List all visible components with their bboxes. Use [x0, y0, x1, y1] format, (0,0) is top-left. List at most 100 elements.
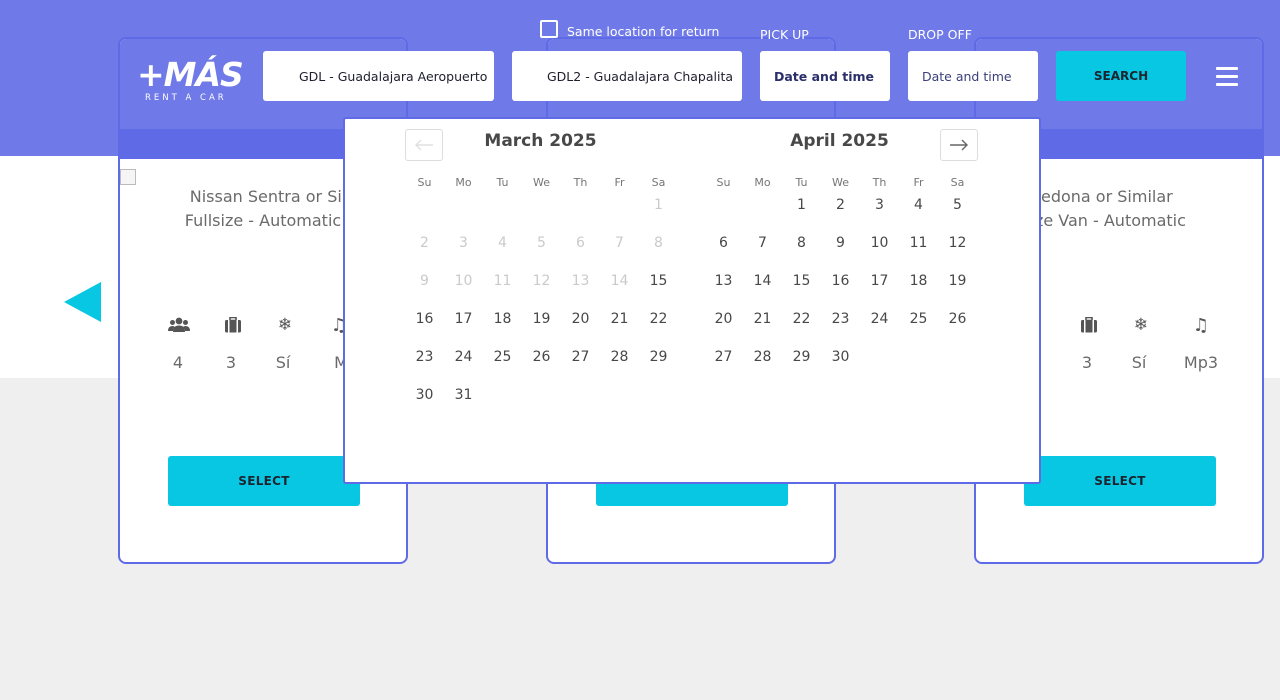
weekday-header: Mo: [455, 176, 472, 189]
weekday-header: Fr: [614, 176, 625, 189]
pickup-location-field[interactable]: GDL - Guadalajara Aeropuerto: [263, 51, 494, 101]
date-picker: March 2025 Su Mo Tu We Th Fr Sa 1 2 3 4 5 6 7 8 9 10 11 12 1…: [343, 117, 1041, 484]
calendar-day[interactable]: 29: [639, 338, 678, 376]
calendar-day[interactable]: 15: [782, 262, 821, 300]
ac-value: Sí: [1131, 353, 1147, 372]
calendar-day[interactable]: 18: [483, 300, 522, 338]
calendar-day: 11: [493, 273, 512, 289]
calendar-day[interactable]: 26: [522, 338, 561, 376]
calendar-day: 13: [571, 273, 590, 289]
select-button[interactable]: SELECT: [168, 456, 360, 506]
calendar-day: 9: [420, 273, 429, 289]
dropoff-date-field[interactable]: Date and time: [908, 51, 1038, 101]
snowflake-icon: ❄: [1133, 315, 1149, 335]
calendar-day[interactable]: 9: [821, 224, 860, 262]
calendar-day[interactable]: 24: [444, 338, 483, 376]
calendar-day: 12: [532, 273, 551, 289]
calendar-day[interactable]: 16: [821, 262, 860, 300]
people-icon: [164, 317, 194, 337]
weekday-header: Tu: [496, 176, 509, 189]
ac-value: Sí: [275, 353, 291, 372]
dropoff-label: DROP OFF: [908, 27, 972, 42]
calendar-day[interactable]: 21: [600, 300, 639, 338]
weekday-header: Su: [716, 176, 731, 189]
brand-logo[interactable]: +MÁS RENT A CAR: [137, 58, 247, 104]
calendar-day[interactable]: 16: [405, 300, 444, 338]
calendar-day[interactable]: 26: [938, 300, 977, 338]
logo-subtext: RENT A CAR: [145, 93, 227, 103]
calendar-day[interactable]: 8: [782, 224, 821, 262]
calendar-day[interactable]: 3: [860, 186, 899, 224]
luggage-icon: [218, 316, 248, 337]
calendar-day[interactable]: 17: [444, 300, 483, 338]
calendar-day[interactable]: 6: [704, 224, 743, 262]
calendar-day[interactable]: 5: [938, 186, 977, 224]
luggage-icon: [1074, 316, 1104, 337]
calendar-day[interactable]: 12: [938, 224, 977, 262]
calendar-day: 5: [537, 235, 546, 251]
weekday-header: We: [533, 176, 550, 189]
calendar-day[interactable]: 11: [899, 224, 938, 262]
calendar-day: 10: [454, 273, 473, 289]
bags-count: 3: [1081, 353, 1093, 372]
bags-count: 3: [225, 353, 237, 372]
calendar-day[interactable]: 20: [561, 300, 600, 338]
calendar-day[interactable]: 29: [782, 338, 821, 376]
calendar-day[interactable]: 7: [743, 224, 782, 262]
calendar-day[interactable]: 10: [860, 224, 899, 262]
calendar-day[interactable]: 23: [405, 338, 444, 376]
calendar-day: 3: [459, 235, 468, 251]
weekday-header: Th: [573, 176, 588, 189]
calendar-day[interactable]: 31: [444, 376, 483, 414]
calendar-day[interactable]: 22: [639, 300, 678, 338]
calendar-day[interactable]: 4: [899, 186, 938, 224]
calendar-day[interactable]: 21: [743, 300, 782, 338]
calendar-day[interactable]: 19: [522, 300, 561, 338]
calendar-day: 6: [576, 235, 585, 251]
calendar-day: 2: [420, 235, 429, 251]
car-category: dsize Van - Automatic: [1012, 211, 1186, 230]
car-image: [120, 169, 136, 185]
pickup-label: PICK UP: [760, 27, 809, 42]
calendar-day[interactable]: 30: [821, 338, 860, 376]
calendar-day[interactable]: 19: [938, 262, 977, 300]
calendar-day[interactable]: 24: [860, 300, 899, 338]
dropoff-location-field[interactable]: GDL2 - Guadalajara Chapalita: [512, 51, 742, 101]
calendar-day[interactable]: 2: [821, 186, 860, 224]
same-location-checkbox[interactable]: [540, 20, 558, 38]
same-location-label: Same location for return: [567, 24, 720, 39]
calendar-day[interactable]: 30: [405, 376, 444, 414]
snowflake-icon: ❄: [277, 315, 293, 335]
calendar-day[interactable]: 25: [899, 300, 938, 338]
select-button[interactable]: SELECT: [1024, 456, 1216, 506]
weekday-header: Mo: [754, 176, 771, 189]
calendar-day[interactable]: 13: [704, 262, 743, 300]
logo-text: +MÁS: [137, 55, 244, 94]
month-title: March 2025: [484, 131, 597, 151]
calendar-day[interactable]: 20: [704, 300, 743, 338]
search-button[interactable]: SEARCH: [1056, 51, 1186, 101]
calendar-day: 7: [615, 235, 624, 251]
calendar-day[interactable]: 14: [743, 262, 782, 300]
calendar-day[interactable]: 25: [483, 338, 522, 376]
calendar-day: 4: [498, 235, 507, 251]
audio-value: Mp3: [1183, 353, 1219, 372]
hamburger-menu-icon[interactable]: [1216, 67, 1238, 87]
pickup-date-field[interactable]: Date and time: [760, 51, 890, 101]
calendar-day[interactable]: 27: [704, 338, 743, 376]
calendar-day[interactable]: 22: [782, 300, 821, 338]
carousel-prev-icon[interactable]: [64, 282, 101, 322]
month-title: April 2025: [790, 131, 889, 151]
music-note-icon: ♫: [1192, 315, 1210, 336]
calendar-day: 1: [654, 197, 663, 213]
calendar-day[interactable]: 1: [782, 186, 821, 224]
calendar-day[interactable]: 17: [860, 262, 899, 300]
calendar-day[interactable]: 27: [561, 338, 600, 376]
calendar-day[interactable]: 15: [639, 262, 678, 300]
calendar-day[interactable]: 18: [899, 262, 938, 300]
calendar-day: 8: [654, 235, 663, 251]
calendar-day[interactable]: 28: [743, 338, 782, 376]
people-count: 4: [172, 353, 184, 372]
calendar-day[interactable]: 23: [821, 300, 860, 338]
calendar-day[interactable]: 28: [600, 338, 639, 376]
